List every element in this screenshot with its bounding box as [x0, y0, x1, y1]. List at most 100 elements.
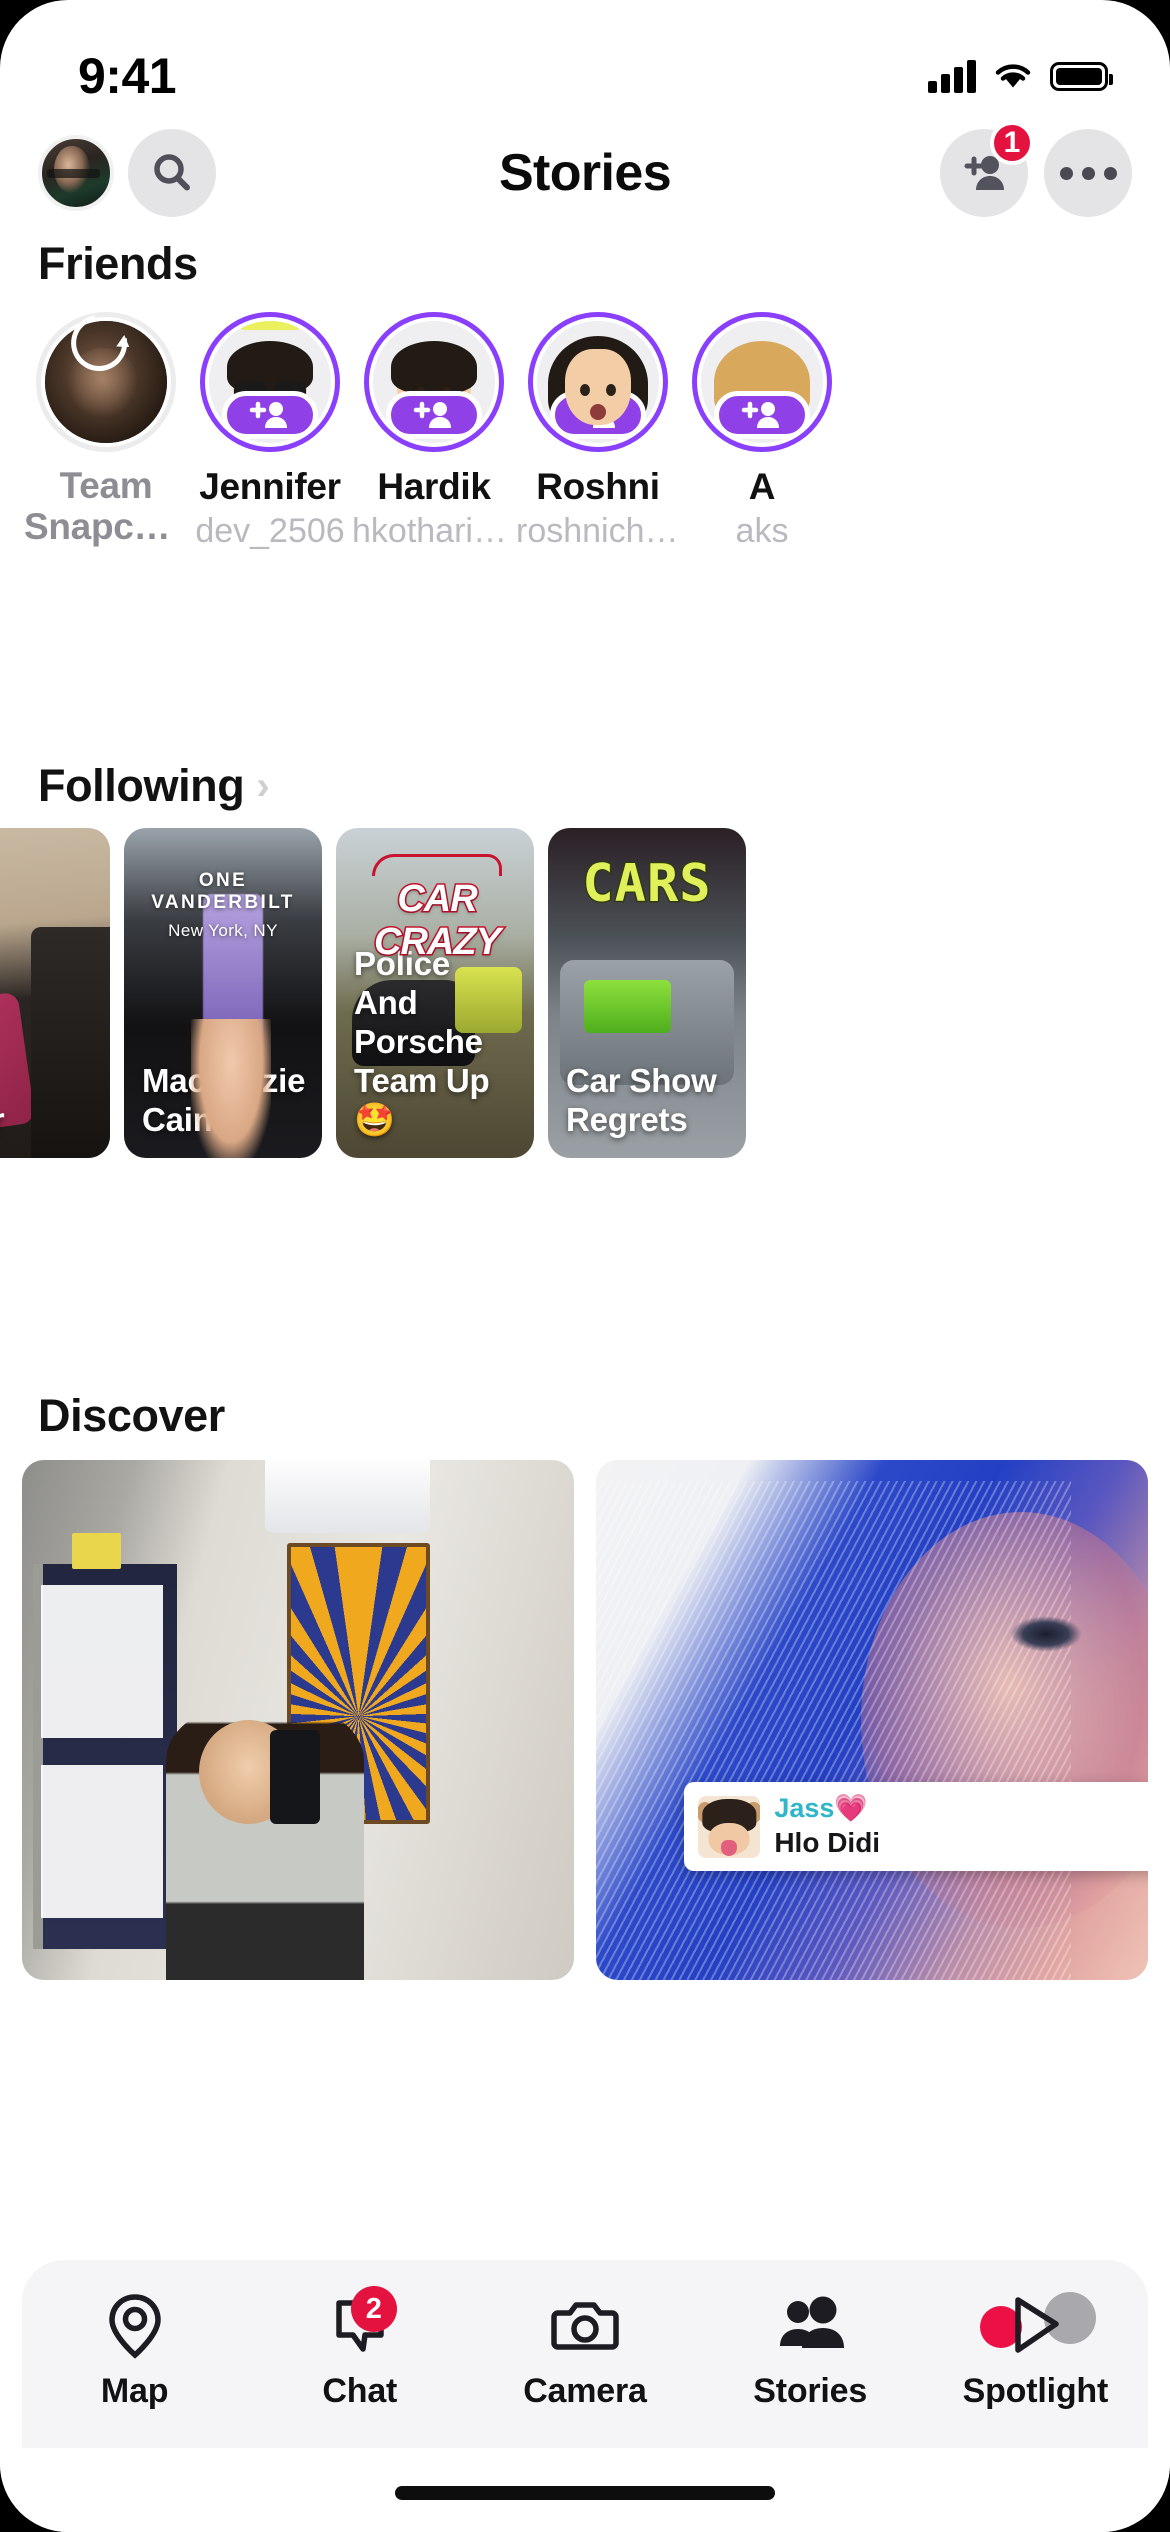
story-ring: [692, 312, 832, 452]
cellular-signal-icon: [928, 59, 976, 93]
sticky-note: [71, 1532, 122, 1570]
friend-username: hkothari1510: [352, 512, 516, 550]
wifi-icon: [995, 64, 1031, 88]
friend-story-jennifer[interactable]: Jennifer dev_2506: [188, 312, 352, 551]
person-eye: [1010, 1616, 1082, 1653]
location-overlay: ONE VANDERBILT New York, NY: [124, 870, 322, 941]
nav-label: Camera: [523, 2372, 647, 2410]
add-friend-icon: [413, 401, 451, 428]
chat-sender-name: Jass💗: [774, 1793, 869, 1824]
following-card[interactable]: CAR CRAZY Police And Porsche Team Up 🤩: [336, 828, 534, 1158]
ellipsis-icon: [1059, 166, 1117, 180]
status-bar: 9:41: [0, 0, 1170, 118]
add-friend-icon: [249, 401, 287, 428]
location-sub: New York, NY: [168, 921, 278, 940]
play-triangle-icon: [980, 2290, 1097, 2362]
nav-item-spotlight[interactable]: Spotlight: [935, 2290, 1135, 2411]
nav-bar: Map 2 Chat Camera Stories Spotlight: [22, 2260, 1148, 2448]
status-icons: [928, 59, 1113, 93]
bitmoji-hair: [391, 340, 477, 393]
papers: [41, 1584, 163, 1918]
bitmoji-halo: [239, 321, 301, 330]
following-header[interactable]: Following ›: [0, 760, 1170, 812]
hair-strands: [596, 1480, 1071, 1980]
friend-story-hardik[interactable]: Hardik hkothari1510: [352, 312, 516, 551]
add-friend-pill-button[interactable]: [386, 391, 482, 439]
friends-title: Friends: [38, 238, 198, 289]
bitmoji-mouth: [590, 403, 606, 420]
discover-card[interactable]: [22, 1460, 574, 1980]
following-section: Following › Kaur ONE VANDERBILT New York…: [0, 760, 1170, 1158]
search-button[interactable]: [128, 129, 216, 217]
profile-avatar[interactable]: [38, 135, 114, 211]
nav-item-camera[interactable]: Camera: [485, 2290, 685, 2411]
people-icon: [774, 2290, 846, 2362]
chat-overlay: Jass💗 Hlo Didi: [684, 1782, 1148, 1871]
bottom-navigation: Map 2 Chat Camera Stories Spotlight: [0, 2260, 1170, 2532]
nav-item-map[interactable]: Map: [35, 2290, 235, 2411]
heart-icon: 💗: [834, 1793, 869, 1824]
nav-label: Map: [100, 2372, 169, 2410]
following-card[interactable]: ONE VANDERBILT New York, NY Mackenzie Ca…: [124, 828, 322, 1158]
friend-username: dev_2506: [195, 512, 345, 550]
chat-message: Hlo Didi: [774, 1827, 881, 1859]
nav-label: Spotlight: [962, 2372, 1109, 2410]
chat-bubble-icon: 2: [329, 2286, 397, 2362]
snapchat-stories-screen: 9:41 Stories 1 Friends Team Snapchat Jen…: [0, 0, 1170, 2532]
story-ring: [528, 312, 668, 452]
friend-story-roshni[interactable]: Roshni roshnichav…: [516, 312, 680, 551]
discover-title: Discover: [38, 1390, 225, 1441]
friend-username: roshnichav…: [516, 512, 680, 550]
search-icon: [154, 154, 190, 191]
more-options-button[interactable]: [1044, 129, 1132, 217]
friend-name: A: [748, 466, 776, 507]
chat-unread-badge: 2: [350, 2286, 397, 2332]
add-friend-pill-button[interactable]: [222, 391, 318, 439]
nav-item-stories[interactable]: Stories: [710, 2290, 910, 2411]
friend-name: Hardik: [377, 466, 491, 507]
nav-item-chat[interactable]: 2 Chat: [260, 2286, 460, 2411]
discover-card[interactable]: Jass💗 Hlo Didi: [596, 1460, 1148, 1980]
ceiling-light: [264, 1460, 431, 1533]
story-ring: [36, 312, 176, 452]
discover-section: Discover Jass💗 Hlo Didi: [0, 1390, 1170, 1980]
bitmoji-eyes: [580, 384, 616, 397]
friend-name: Roshni: [536, 466, 660, 507]
following-card-title: Police And Porsche Team Up 🤩: [354, 945, 490, 1139]
held-phone: [270, 1730, 321, 1824]
chat-avatar: [698, 1795, 761, 1858]
following-card[interactable]: CARS Car Show Regrets: [548, 828, 746, 1158]
status-time: 9:41: [78, 48, 177, 104]
friends-section: Friends Team Snapchat Jennifer dev_2506 …: [0, 238, 1170, 551]
map-pin-icon: [104, 2290, 166, 2362]
friends-story-row[interactable]: Team Snapchat Jennifer dev_2506 Hardik h…: [0, 312, 1170, 551]
following-card-title: Kaur: [0, 1101, 96, 1140]
friend-username: aks: [735, 512, 789, 550]
add-friend-pill-button[interactable]: [714, 391, 810, 439]
friend-story-team-snapchat[interactable]: Team Snapchat: [24, 312, 188, 551]
following-card-row[interactable]: Kaur ONE VANDERBILT New York, NY Mackenz…: [0, 828, 1170, 1158]
friend-name: Team Snapchat: [24, 466, 188, 547]
car-outline-icon: [372, 854, 502, 876]
friend-story-partial[interactable]: A aks: [680, 312, 844, 551]
cars-logo: CARS: [581, 853, 712, 916]
app-header: Stories 1: [0, 118, 1170, 228]
following-title: Following: [38, 760, 245, 811]
add-friend-icon: [741, 401, 779, 428]
add-friend-badge: 1: [990, 121, 1034, 165]
story-ring: [200, 312, 340, 452]
home-indicator: [395, 2486, 775, 2500]
battery-icon: [1050, 61, 1113, 91]
story-ring: [364, 312, 504, 452]
camera-icon: [550, 2290, 620, 2362]
nav-label: Stories: [753, 2372, 868, 2410]
following-card-title: Mackenzie Cain: [142, 1062, 306, 1139]
discover-card-grid[interactable]: Jass💗 Hlo Didi: [0, 1460, 1170, 1980]
nav-label: Chat: [322, 2372, 398, 2410]
friend-name: Jennifer: [199, 466, 341, 507]
following-card-title: Car Show Regrets: [566, 1062, 717, 1139]
chevron-right-icon: ›: [256, 764, 270, 808]
following-card[interactable]: Kaur: [0, 828, 110, 1158]
car-crazy-logo: CAR CRAZY: [350, 854, 524, 965]
add-friend-button[interactable]: 1: [940, 121, 1034, 217]
